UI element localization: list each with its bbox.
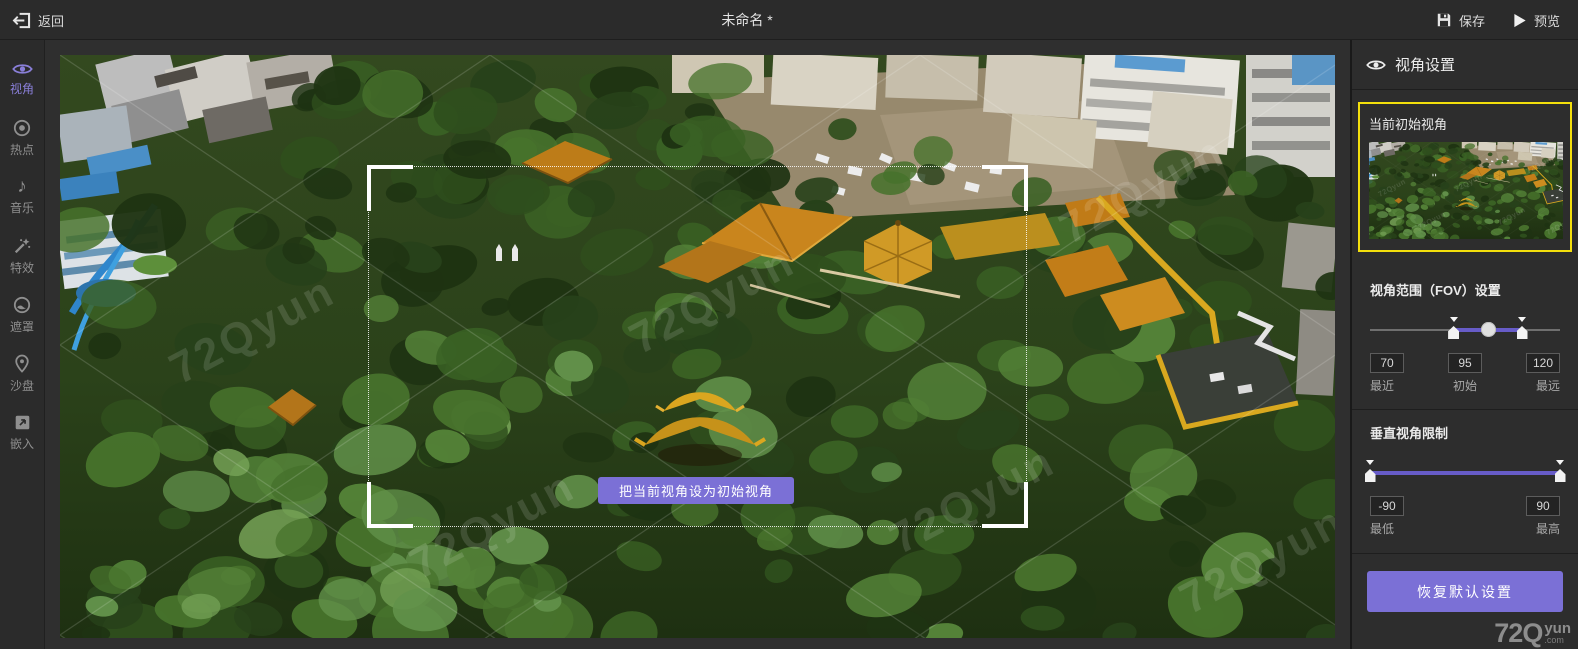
music-icon: ♪ [17,175,27,197]
vertical-max-handle[interactable] [1554,460,1566,482]
fov-farthest-label: 最远 [1535,379,1560,393]
preview-label: 预览 [1533,13,1560,29]
selection-corner-bottom-left [367,482,413,528]
preview-button[interactable]: 预览 [1513,11,1560,30]
app-window: 返回 未命名 * 保存 预览 视角 热点 ♪ 音乐 特效 遮罩 沙盘 嵌入 把当… [0,0,1578,649]
panorama-viewport[interactable]: 把当前视角设为初始视角 [60,55,1335,638]
map-pin-icon [14,354,30,373]
panel-title: 视角设置 [1395,57,1456,74]
panel-header: 视角设置 [1352,40,1578,90]
current-initial-view-box[interactable]: 当前初始视角 [1358,102,1572,252]
view-settings-panel: 视角设置 当前初始视角 视角范围（FOV）设置 最近 [1350,40,1578,649]
play-icon [1513,13,1527,28]
sidebar-item-mask[interactable]: 遮罩 [0,292,45,338]
fov-section: 视角范围（FOV）设置 最近 初始 最远 [1352,267,1578,394]
selection-corner-bottom-right [982,482,1028,528]
save-icon [1436,12,1452,28]
fov-section-title: 视角范围（FOV）设置 [1370,283,1501,298]
vertical-highest-input[interactable] [1526,496,1560,516]
sidebar-item-label: 热点 [9,142,34,157]
fov-slider[interactable] [1370,316,1560,343]
vertical-lowest-input[interactable] [1370,496,1404,516]
hotspot-icon [13,119,31,137]
save-button[interactable]: 保存 [1436,11,1485,30]
topbar: 返回 未命名 * 保存 预览 [0,0,1578,40]
fov-initial-label: 初始 [1452,379,1477,393]
sidebar-item-embed[interactable]: 嵌入 [0,410,45,456]
vertical-highest-label: 最高 [1535,522,1560,536]
editor-canvas: 把当前视角设为初始视角 [45,40,1350,649]
current-initial-view-label: 当前初始视角 [1369,117,1448,132]
logo-com: .com [1544,635,1564,645]
back-button[interactable]: 返回 [12,0,64,40]
fov-initial: 初始 [1448,353,1482,394]
tool-sidebar: 视角 热点 ♪ 音乐 特效 遮罩 沙盘 嵌入 [0,40,45,649]
fov-nearest-label: 最近 [1370,379,1395,393]
restore-defaults-button[interactable]: 恢复默认设置 [1367,571,1563,612]
project-title: 未命名 * [721,12,773,28]
fov-farthest: 最远 [1526,353,1560,394]
sidebar-item-label: 沙盘 [9,379,34,393]
fov-min-handle[interactable] [1448,317,1460,339]
logo-main: 72Q [1494,618,1543,648]
sidebar-item-label: 嵌入 [9,437,34,451]
fov-max-handle[interactable] [1516,317,1528,339]
embed-icon [14,414,31,431]
mask-icon [13,296,31,314]
back-label: 返回 [38,13,65,29]
vertical-lowest: 最低 [1370,496,1404,537]
sidebar-item-label: 特效 [9,260,34,275]
fov-initial-input[interactable] [1448,353,1482,373]
reset-section: 恢复默认设置 [1352,553,1578,612]
eye-icon [11,62,33,76]
sidebar-item-label: 遮罩 [9,319,34,334]
selection-corner-top-left [367,165,413,211]
fov-nearest-input[interactable] [1370,353,1404,373]
fov-nearest: 最近 [1370,353,1404,394]
vertical-min-handle[interactable] [1364,460,1376,482]
fov-farthest-input[interactable] [1526,353,1560,373]
topbar-actions: 保存 预览 [1436,0,1560,40]
sidebar-item-label: 音乐 [9,200,34,215]
selection-corner-top-right [982,165,1028,211]
effects-icon [13,237,31,255]
eye-icon [1366,58,1386,72]
fov-initial-handle[interactable] [1480,322,1496,337]
back-icon [12,12,31,29]
sidebar-item-hotspot[interactable]: 热点 [0,115,45,161]
fov-values: 最近 初始 最远 [1370,353,1560,394]
vertical-limit-values: 最低 最高 [1370,496,1560,537]
save-label: 保存 [1458,13,1485,29]
sidebar-item-label: 视角 [9,81,34,96]
vertical-highest: 最高 [1526,496,1560,537]
sidebar-item-sandbox[interactable]: 沙盘 [0,351,45,397]
sidebar-item-effects[interactable]: 特效 [0,233,45,279]
720yun-logo: 72Q yun .com [1494,618,1571,648]
vertical-limit-slider[interactable] [1364,459,1566,486]
set-initial-view-button[interactable]: 把当前视角设为初始视角 [598,477,794,504]
vertical-limit-title: 垂直视角限制 [1370,426,1449,441]
current-initial-view-thumbnail [1369,142,1563,239]
sidebar-item-view[interactable]: 视角 [0,56,45,102]
vertical-lowest-label: 最低 [1370,522,1395,536]
initial-view-selection-frame[interactable] [367,165,1028,528]
sidebar-item-music[interactable]: ♪ 音乐 [0,174,45,220]
logo-yun: yun [1544,620,1571,637]
vertical-slider-range [1370,471,1560,475]
vertical-limit-section: 垂直视角限制 最低 最高 [1352,409,1578,537]
